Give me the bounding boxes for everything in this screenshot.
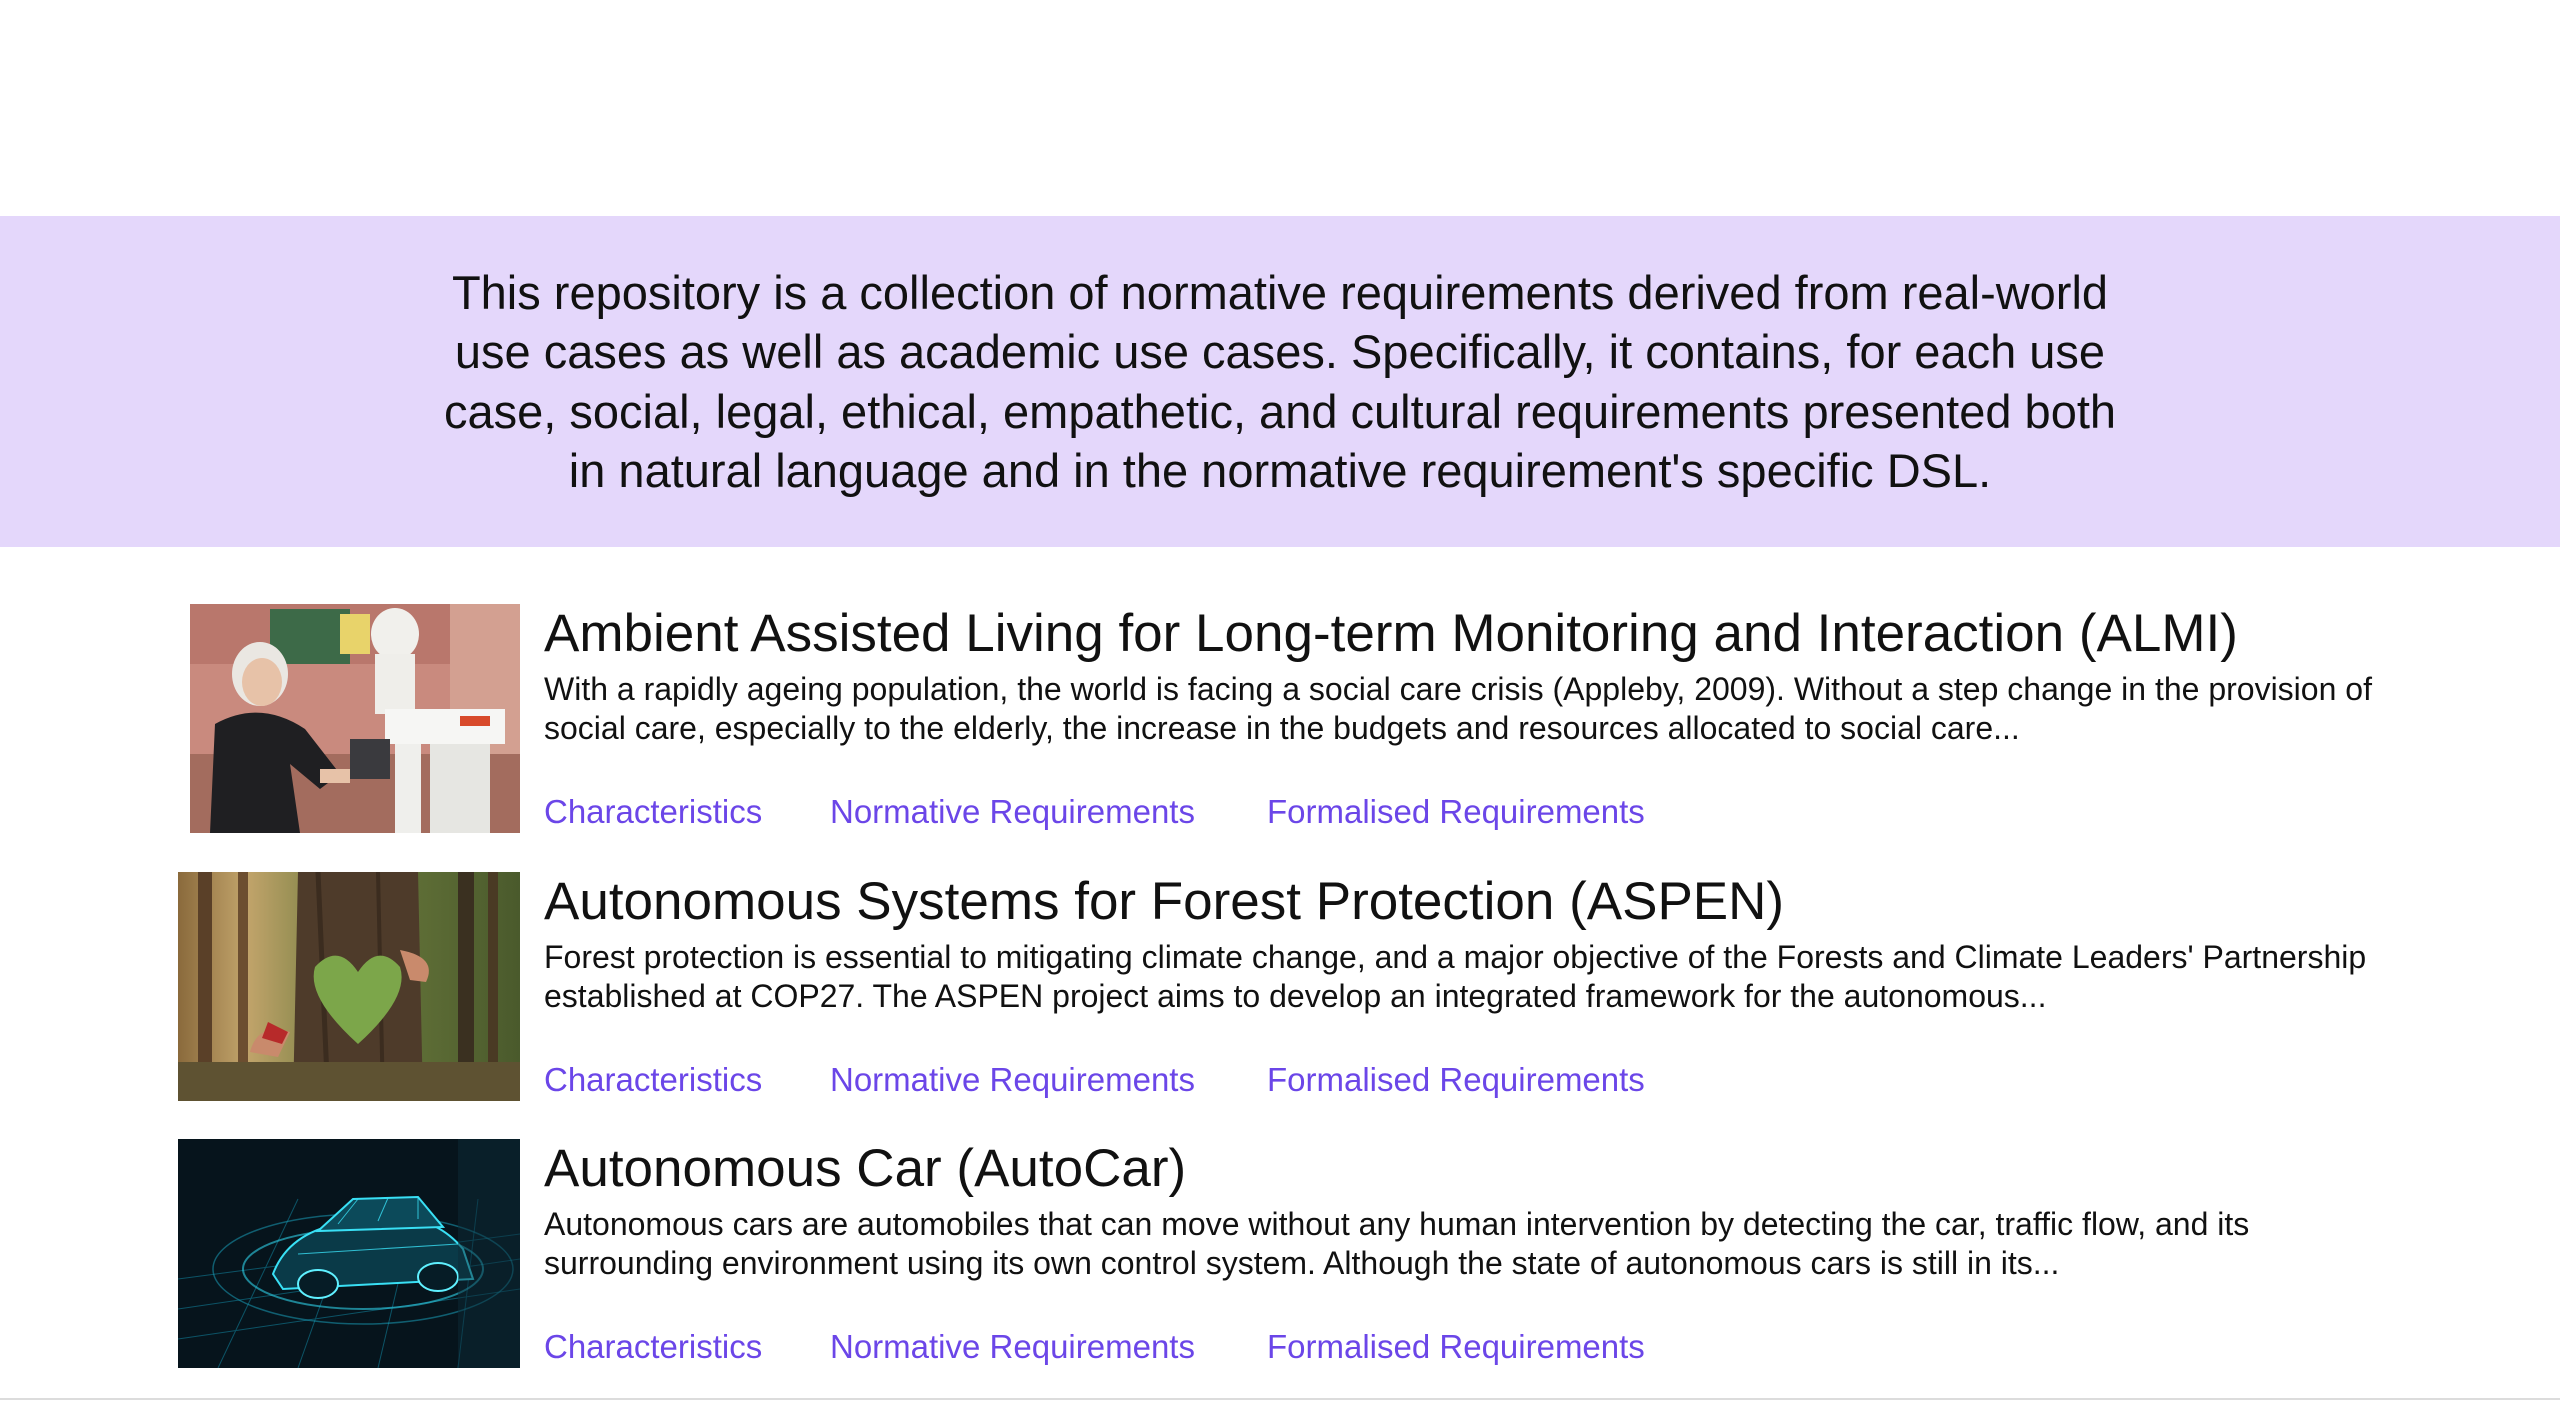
case-description: Forest protection is essential to mitiga… (544, 939, 2367, 1014)
case-title[interactable]: Autonomous Systems for Forest Protection… (544, 872, 1784, 932)
autocar-thumbnail[interactable] (178, 1139, 520, 1368)
case-title[interactable]: Autonomous Car (AutoCar) (544, 1139, 1186, 1199)
use-case-aspen: Autonomous Systems for Forest Protection… (0, 872, 2560, 1104)
use-case-almi: Ambient Assisted Living for Long-term Mo… (0, 604, 2560, 836)
normative-requirements-link[interactable]: Normative Requirements (830, 792, 1195, 832)
almi-thumbnail[interactable] (190, 604, 520, 833)
wireframe-car-image (178, 1139, 520, 1368)
formalised-requirements-link[interactable]: Formalised Requirements (1267, 1060, 1645, 1100)
elderly-woman-robot-image (190, 604, 520, 833)
normative-requirements-link[interactable]: Normative Requirements (830, 1327, 1195, 1367)
use-case-autocar: Autonomous Car (AutoCar) Autonomous cars… (0, 1139, 2560, 1371)
formalised-requirements-link[interactable]: Formalised Requirements (1267, 792, 1645, 832)
characteristics-link[interactable]: Characteristics (544, 1060, 762, 1100)
tree-heart-image (178, 872, 520, 1101)
formalised-requirements-link[interactable]: Formalised Requirements (1267, 1327, 1645, 1367)
characteristics-link[interactable]: Characteristics (544, 792, 762, 832)
characteristics-link[interactable]: Characteristics (544, 1327, 762, 1367)
case-description: With a rapidly ageing population, the wo… (544, 671, 2372, 746)
case-description: Autonomous cars are automobiles that can… (544, 1206, 2250, 1281)
normative-requirements-link[interactable]: Normative Requirements (830, 1060, 1195, 1100)
intro-banner: This repository is a collection of norma… (0, 216, 2560, 547)
intro-text: This repository is a collection of norma… (443, 265, 2117, 498)
aspen-thumbnail[interactable] (178, 872, 520, 1101)
bottom-divider (0, 1398, 2560, 1400)
case-title[interactable]: Ambient Assisted Living for Long-term Mo… (544, 604, 2238, 664)
